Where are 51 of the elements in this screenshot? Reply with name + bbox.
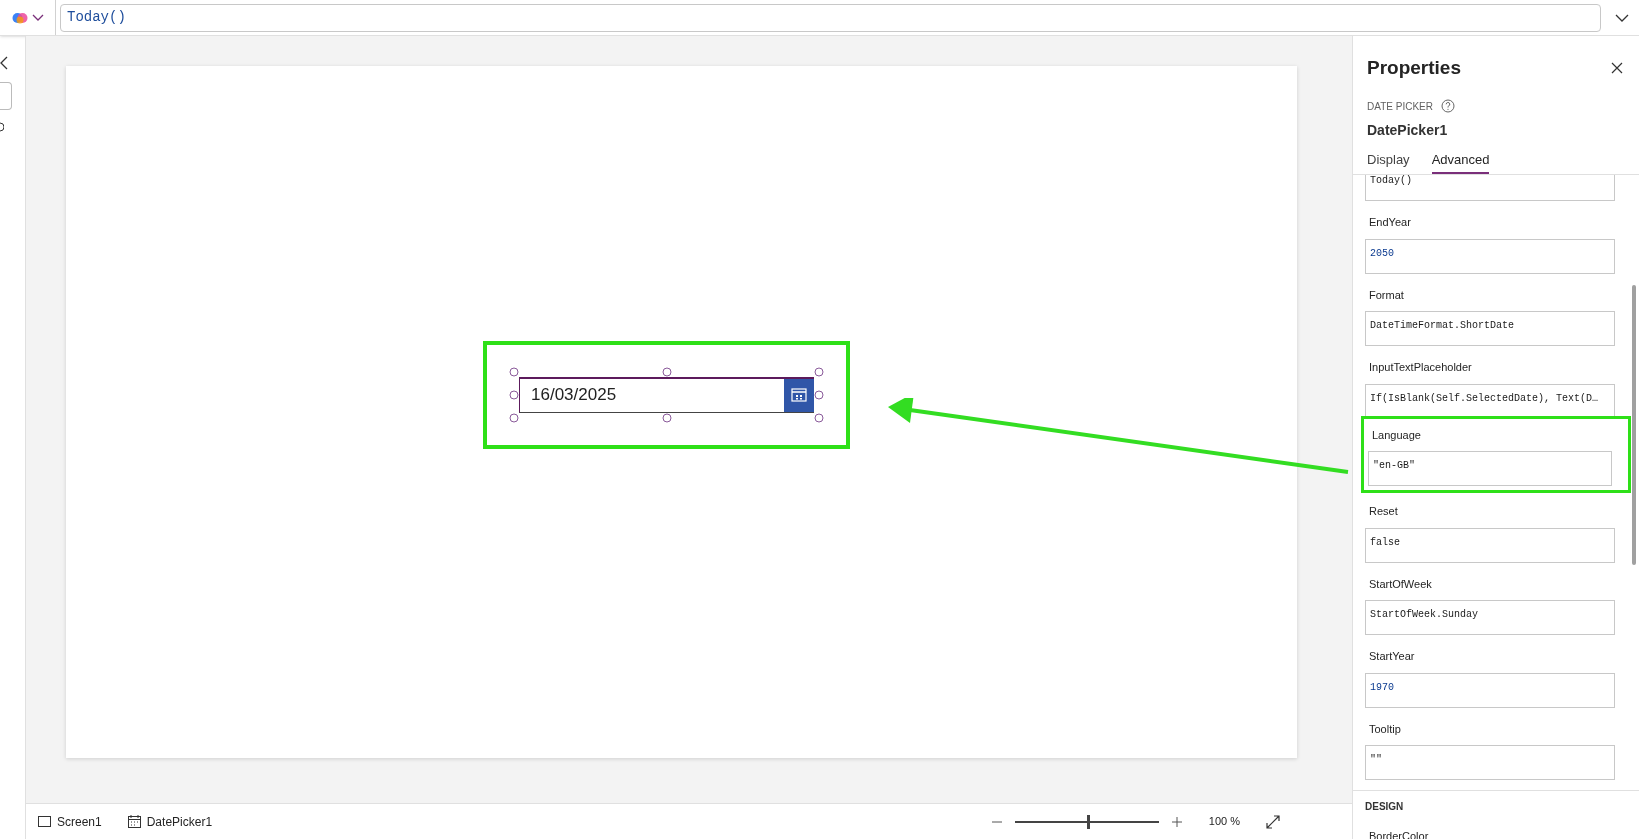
resize-handle[interactable] xyxy=(814,390,824,399)
resize-handle[interactable] xyxy=(662,413,671,422)
control-name: DatePicker1 xyxy=(1367,120,1449,140)
property-field[interactable]: Today() xyxy=(1365,175,1615,201)
formula-field[interactable]: Today() xyxy=(60,3,1601,32)
calendar-button[interactable] xyxy=(784,378,814,412)
panel-title: Properties xyxy=(1367,56,1461,80)
chevron-down-icon[interactable] xyxy=(31,13,44,22)
field-label: InputTextPlaceholder xyxy=(1368,360,1473,375)
tab[interactable]: Advanced xyxy=(1431,149,1490,174)
help-icon[interactable] xyxy=(1440,99,1455,113)
property-field[interactable]: "en-GB" xyxy=(1368,451,1612,486)
calendar-icon xyxy=(127,815,141,828)
property-field[interactable]: DateTimeFormat.ShortDate xyxy=(1365,311,1615,346)
chevron-left-icon[interactable] xyxy=(0,56,8,70)
resize-handle[interactable] xyxy=(509,367,519,376)
date-picker[interactable]: 16/03/2025 xyxy=(519,376,814,413)
scrollbar[interactable] xyxy=(1632,285,1636,565)
close-icon[interactable] xyxy=(1611,62,1623,75)
zoom-in-icon[interactable] xyxy=(1170,815,1183,828)
field-label: Reset xyxy=(1368,504,1399,519)
tab[interactable]: Display xyxy=(1367,149,1410,174)
field-label: StartOfWeek xyxy=(1368,576,1433,592)
screen-icon xyxy=(38,816,51,827)
breadcrumb[interactable]: Screen1 xyxy=(57,812,102,831)
chevron-down-icon[interactable] xyxy=(1615,13,1629,22)
property-field[interactable]: 1970 xyxy=(1365,672,1615,708)
field-label: EndYear xyxy=(1368,215,1412,230)
resize-handle[interactable] xyxy=(814,413,824,422)
control-type: DATE PICKER xyxy=(1367,99,1433,114)
resize-handle[interactable] xyxy=(509,413,519,422)
field-label: Tooltip xyxy=(1368,721,1402,737)
property-field[interactable]: If(IsBlank(Self.SelectedDate), Text(D… xyxy=(1365,383,1615,419)
breadcrumb[interactable]: DatePicker1 xyxy=(146,812,213,831)
resize-handle[interactable] xyxy=(509,390,519,399)
property-field[interactable]: false xyxy=(1365,527,1615,563)
section-header: DESIGN xyxy=(1364,800,1405,814)
resize-handle[interactable] xyxy=(662,367,671,376)
property-field[interactable]: StartOfWeek.Sunday xyxy=(1365,600,1615,635)
zoom-reading: 100 % xyxy=(1208,814,1240,830)
field-label: Format xyxy=(1368,287,1405,303)
property-field[interactable]: 2050 xyxy=(1365,238,1615,274)
field-label: StartYear xyxy=(1368,649,1416,664)
calendar-icon xyxy=(791,388,807,402)
search-field[interactable] xyxy=(0,82,12,110)
expand-icon[interactable] xyxy=(1266,814,1280,829)
slider-thumb[interactable] xyxy=(1086,814,1090,829)
zoom-slider[interactable] xyxy=(1014,814,1159,829)
resize-handle[interactable] xyxy=(814,367,824,376)
property-field[interactable]: "" xyxy=(1365,745,1615,780)
field-label: Language xyxy=(1371,427,1422,443)
